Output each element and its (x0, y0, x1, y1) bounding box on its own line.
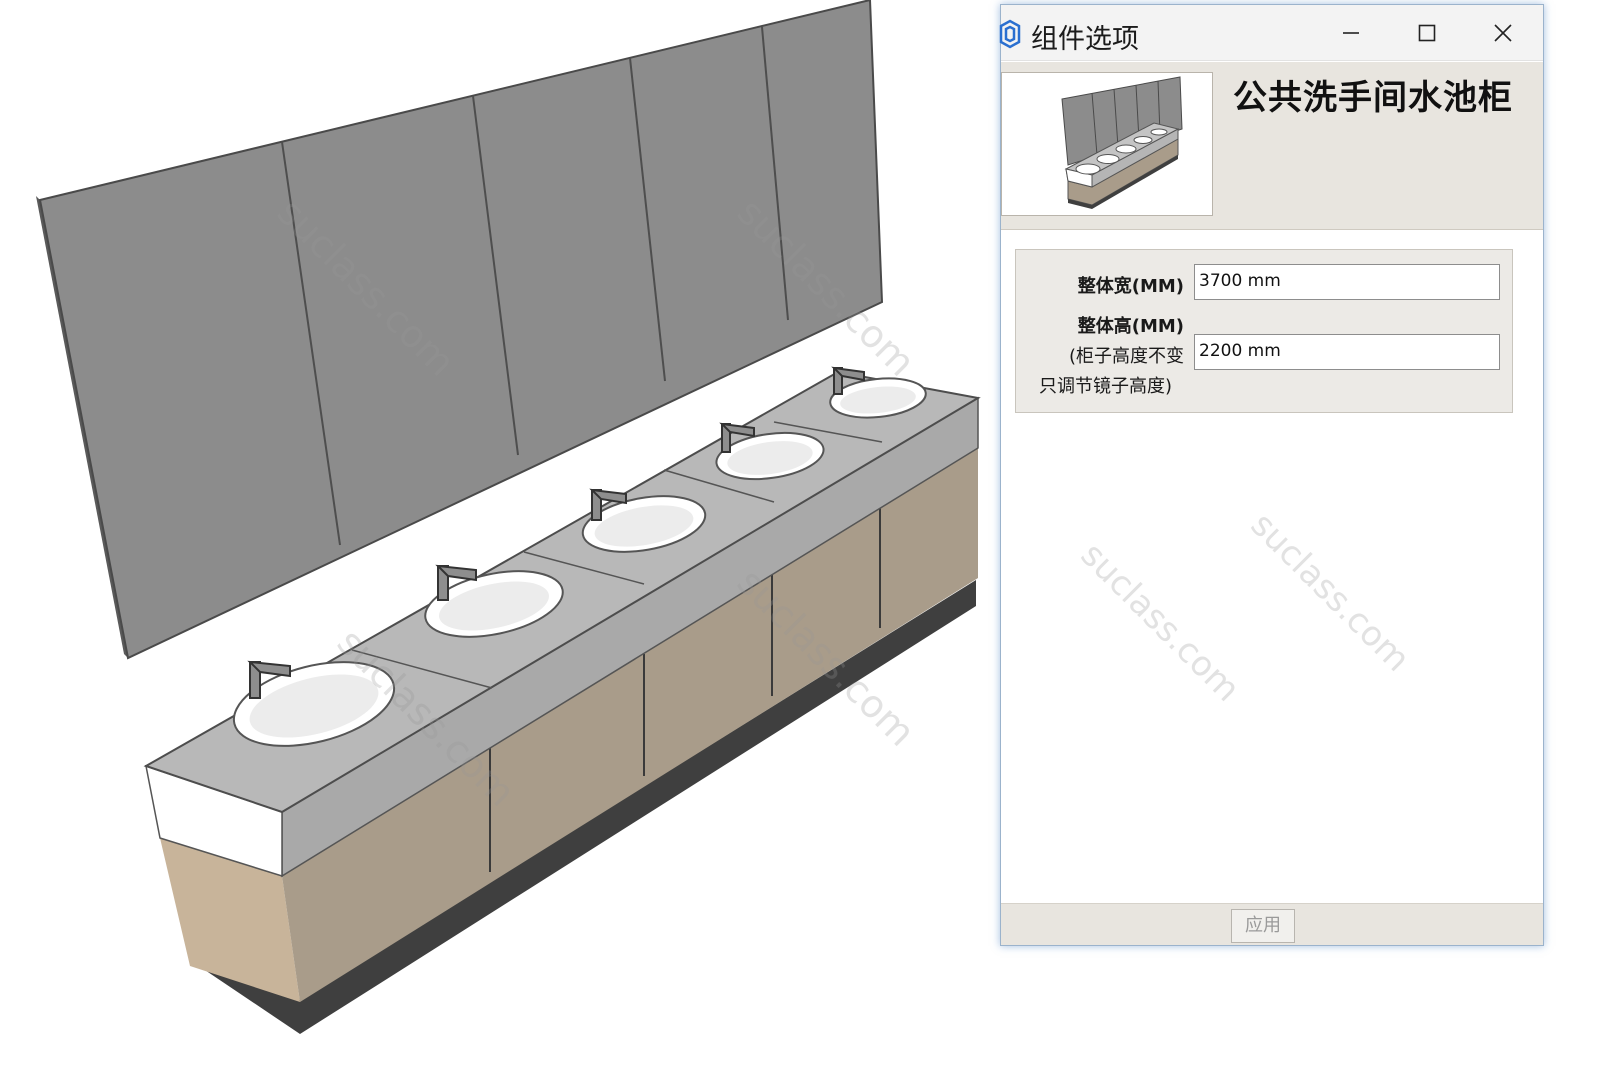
close-button[interactable] (1465, 5, 1541, 61)
component-title: 公共洗手间水池柜 (1233, 78, 1513, 118)
washbasin-cabinet-model (36, 0, 981, 1034)
sketchup-icon (999, 19, 1021, 49)
width-input[interactable]: 3700 mm (1194, 264, 1500, 300)
height-note-line2: 只调节镜子高度) (1038, 376, 1172, 397)
minimize-icon (1343, 32, 1359, 34)
component-thumbnail (1001, 72, 1213, 216)
apply-button[interactable]: 应用 (1231, 909, 1295, 943)
component-options-dialog: 组件选项 公共洗手间水池柜 整体宽(MM) 3700 mm 整体高(MM) (柜… (999, 4, 1544, 946)
options-panel: 整体宽(MM) 3700 mm 整体高(MM) (柜子高度不变 只调节镜子高度)… (1015, 249, 1513, 413)
maximize-icon (1418, 24, 1436, 42)
dialog-title: 组件选项 (1031, 24, 1139, 55)
dialog-titlebar[interactable]: 组件选项 (999, 5, 1543, 61)
watermark: suclass.com (1072, 535, 1248, 710)
height-label: 整体高(MM) (1077, 316, 1184, 337)
close-icon (1494, 24, 1512, 42)
dialog-footer: 应用 (1001, 903, 1543, 945)
component-header: 公共洗手间水池柜 (1001, 62, 1543, 230)
width-label: 整体宽(MM) (1077, 276, 1184, 297)
height-note-line1: (柜子高度不变 (1068, 346, 1184, 367)
maximize-button[interactable] (1389, 5, 1465, 61)
height-input[interactable]: 2200 mm (1194, 334, 1500, 370)
minimize-button[interactable] (1313, 5, 1389, 61)
watermark: suclass.com (1242, 505, 1418, 680)
